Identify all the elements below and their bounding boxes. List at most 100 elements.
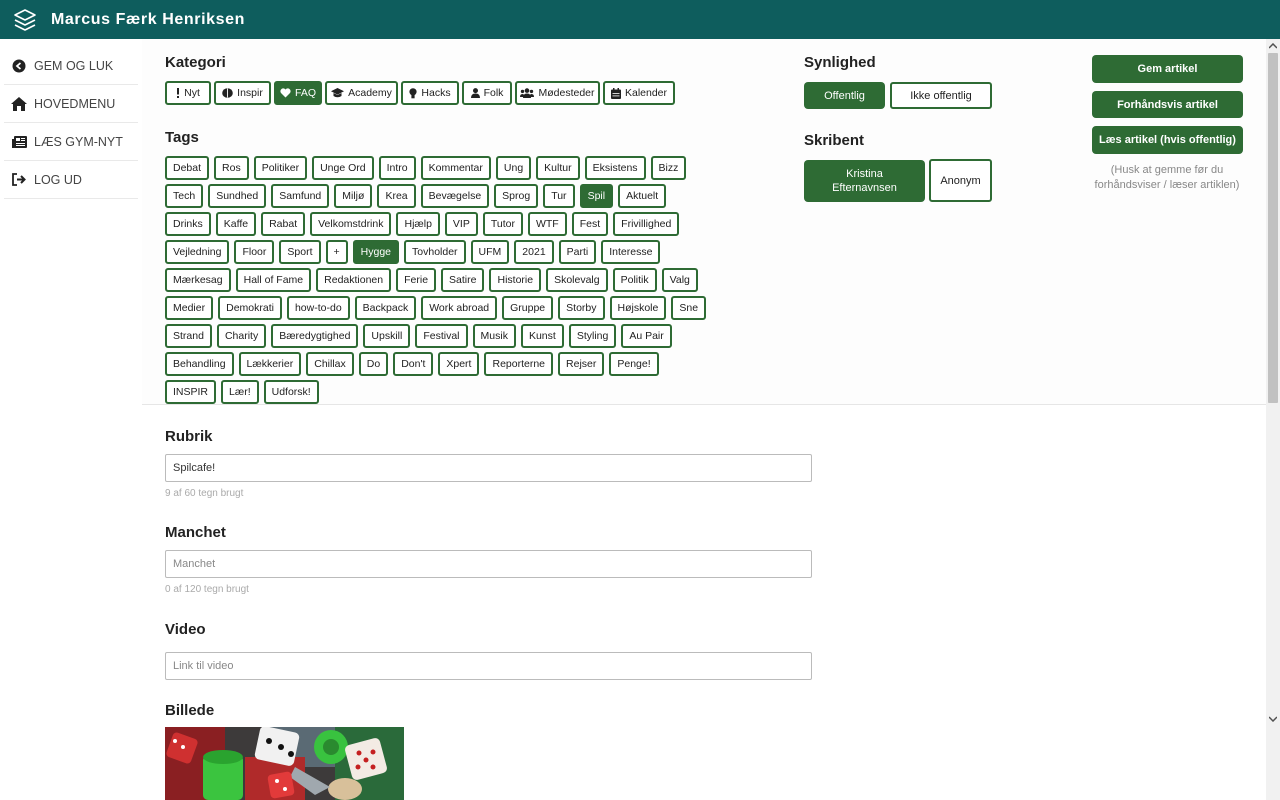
tag-chip[interactable]: Parti xyxy=(558,240,597,264)
tag-chip[interactable]: Tutor xyxy=(482,212,523,236)
tag-chip[interactable]: how-to-do xyxy=(286,296,350,320)
tag-chip[interactable]: Bevægelse xyxy=(420,184,490,208)
tag-chip[interactable]: Eksistens xyxy=(584,156,646,180)
tag-chip[interactable]: Politiker xyxy=(253,156,308,180)
manchet-input[interactable] xyxy=(165,550,812,578)
tag-chip[interactable]: Samfund xyxy=(271,184,330,208)
tag-chip[interactable]: Valg xyxy=(661,268,698,292)
tag-chip[interactable]: Debat xyxy=(165,156,210,180)
save-article-button[interactable]: Gem artikel xyxy=(1092,55,1243,83)
tag-chip[interactable]: Tech xyxy=(165,184,204,208)
page-scrollbar[interactable] xyxy=(1266,39,1280,800)
tag-chip[interactable]: Ros xyxy=(214,156,249,180)
tag-chip[interactable]: Unge Ord xyxy=(312,156,374,180)
tag-chip[interactable]: + xyxy=(325,240,348,264)
tag-chip[interactable]: Upskill xyxy=(363,324,411,348)
tag-chip[interactable]: Interesse xyxy=(601,240,661,264)
tag-chip[interactable]: Sundhed xyxy=(208,184,267,208)
tag-chip[interactable]: Bæredygtighed xyxy=(271,324,359,348)
sidebar-item-gem-og-luk[interactable]: GEM OG LUK xyxy=(4,47,138,85)
category-inspir[interactable]: Inspir xyxy=(214,81,271,105)
tag-chip[interactable]: Velkomstdrink xyxy=(310,212,392,236)
tag-chip[interactable]: Ferie xyxy=(396,268,437,292)
tag-chip[interactable]: INSPIR xyxy=(165,380,217,404)
tag-chip[interactable]: Au Pair xyxy=(621,324,672,348)
tag-chip[interactable]: Work abroad xyxy=(421,296,498,320)
preview-article-button[interactable]: Forhåndsvis artikel xyxy=(1092,91,1243,118)
tag-chip[interactable]: Strand xyxy=(165,324,212,348)
tag-chip[interactable]: Styling xyxy=(568,324,617,348)
tag-chip[interactable]: Demokrati xyxy=(218,296,282,320)
tag-chip[interactable]: Rabat xyxy=(261,212,306,236)
tag-chip[interactable]: Hjælp xyxy=(396,212,440,236)
layers-icon[interactable] xyxy=(12,7,38,33)
category-faq[interactable]: FAQ xyxy=(274,81,322,105)
scrollbar-thumb[interactable] xyxy=(1268,53,1278,403)
visibility-public-button[interactable]: Offentlig xyxy=(804,82,885,109)
tag-chip[interactable]: Do xyxy=(358,352,389,376)
tag-chip[interactable]: Musik xyxy=(472,324,516,348)
tag-chip[interactable]: Tovholder xyxy=(404,240,466,264)
sidebar-item-laes-gym-nyt[interactable]: LÆS GYM-NYT xyxy=(4,123,138,161)
tag-chip[interactable]: Kunst xyxy=(520,324,564,348)
tag-chip[interactable]: Fest xyxy=(571,212,609,236)
tag-chip[interactable]: Storby xyxy=(558,296,605,320)
tag-chip[interactable]: Historie xyxy=(489,268,542,292)
tag-chip[interactable]: Skolevalg xyxy=(546,268,608,292)
tag-chip[interactable]: Sne xyxy=(671,296,707,320)
visibility-private-button[interactable]: Ikke offentlig xyxy=(890,82,992,109)
category-hacks[interactable]: Hacks xyxy=(401,81,459,105)
tag-chip[interactable]: Hygge xyxy=(352,240,400,264)
category-nyt[interactable]: Nyt xyxy=(165,81,211,105)
tag-chip[interactable]: Ung xyxy=(495,156,532,180)
tag-chip[interactable]: Lær! xyxy=(221,380,259,404)
tag-chip[interactable]: Satire xyxy=(441,268,485,292)
tag-chip[interactable]: Krea xyxy=(377,184,416,208)
category-kalender[interactable]: Kalender xyxy=(603,81,675,105)
tag-chip[interactable]: Tur xyxy=(543,184,575,208)
category-modesteder[interactable]: Mødesteder xyxy=(515,81,600,105)
tag-chip[interactable]: Kaffe xyxy=(215,212,257,236)
tag-chip[interactable]: Mærkesag xyxy=(165,268,231,292)
article-image[interactable] xyxy=(165,727,404,800)
sidebar-item-hovedmenu[interactable]: HOVEDMENU xyxy=(4,85,138,123)
tag-chip[interactable]: Chillax xyxy=(306,352,354,376)
tag-chip[interactable]: Don't xyxy=(393,352,434,376)
tag-chip[interactable]: 2021 xyxy=(514,240,554,264)
tag-chip[interactable]: Xpert xyxy=(438,352,480,376)
tag-chip[interactable]: Kultur xyxy=(536,156,580,180)
category-academy[interactable]: Academy xyxy=(325,81,398,105)
tag-chip[interactable]: Intro xyxy=(378,156,416,180)
tag-chip[interactable]: Backpack xyxy=(354,296,417,320)
scroll-down-arrow-icon[interactable] xyxy=(1266,712,1280,726)
tag-chip[interactable]: Miljø xyxy=(334,184,373,208)
tag-chip[interactable]: Aktuelt xyxy=(618,184,667,208)
rubrik-input[interactable] xyxy=(165,454,812,482)
tag-chip[interactable]: Drinks xyxy=(165,212,211,236)
sidebar-item-log-ud[interactable]: LOG UD xyxy=(4,161,138,199)
category-folk[interactable]: Folk xyxy=(462,81,512,105)
tag-chip[interactable]: Redaktionen xyxy=(316,268,392,292)
tag-chip[interactable]: Frivillighed xyxy=(613,212,680,236)
author-kristina-button[interactable]: Kristina Efternavnsen xyxy=(804,160,925,202)
tag-chip[interactable]: Udforsk! xyxy=(263,380,319,404)
tag-chip[interactable]: Spil xyxy=(579,184,614,208)
scroll-up-arrow-icon[interactable] xyxy=(1266,39,1280,53)
author-anonymous-button[interactable]: Anonym xyxy=(929,159,992,202)
tag-chip[interactable]: Vejledning xyxy=(165,240,230,264)
tag-chip[interactable]: Højskole xyxy=(609,296,667,320)
tag-chip[interactable]: Gruppe xyxy=(502,296,554,320)
tag-chip[interactable]: Behandling xyxy=(165,352,234,376)
tag-chip[interactable]: Rejser xyxy=(558,352,605,376)
tag-chip[interactable]: Charity xyxy=(216,324,267,348)
video-link-input[interactable] xyxy=(165,652,812,680)
tag-chip[interactable]: VIP xyxy=(444,212,478,236)
tag-chip[interactable]: Lækkerier xyxy=(238,352,302,376)
tag-chip[interactable]: Reporterne xyxy=(484,352,554,376)
tag-chip[interactable]: WTF xyxy=(527,212,567,236)
read-article-button[interactable]: Læs artikel (hvis offentlig) xyxy=(1092,126,1243,154)
tag-chip[interactable]: Floor xyxy=(234,240,275,264)
tag-chip[interactable]: Hall of Fame xyxy=(235,268,312,292)
tag-chip[interactable]: Kommentar xyxy=(420,156,491,180)
tag-chip[interactable]: Penge! xyxy=(609,352,659,376)
